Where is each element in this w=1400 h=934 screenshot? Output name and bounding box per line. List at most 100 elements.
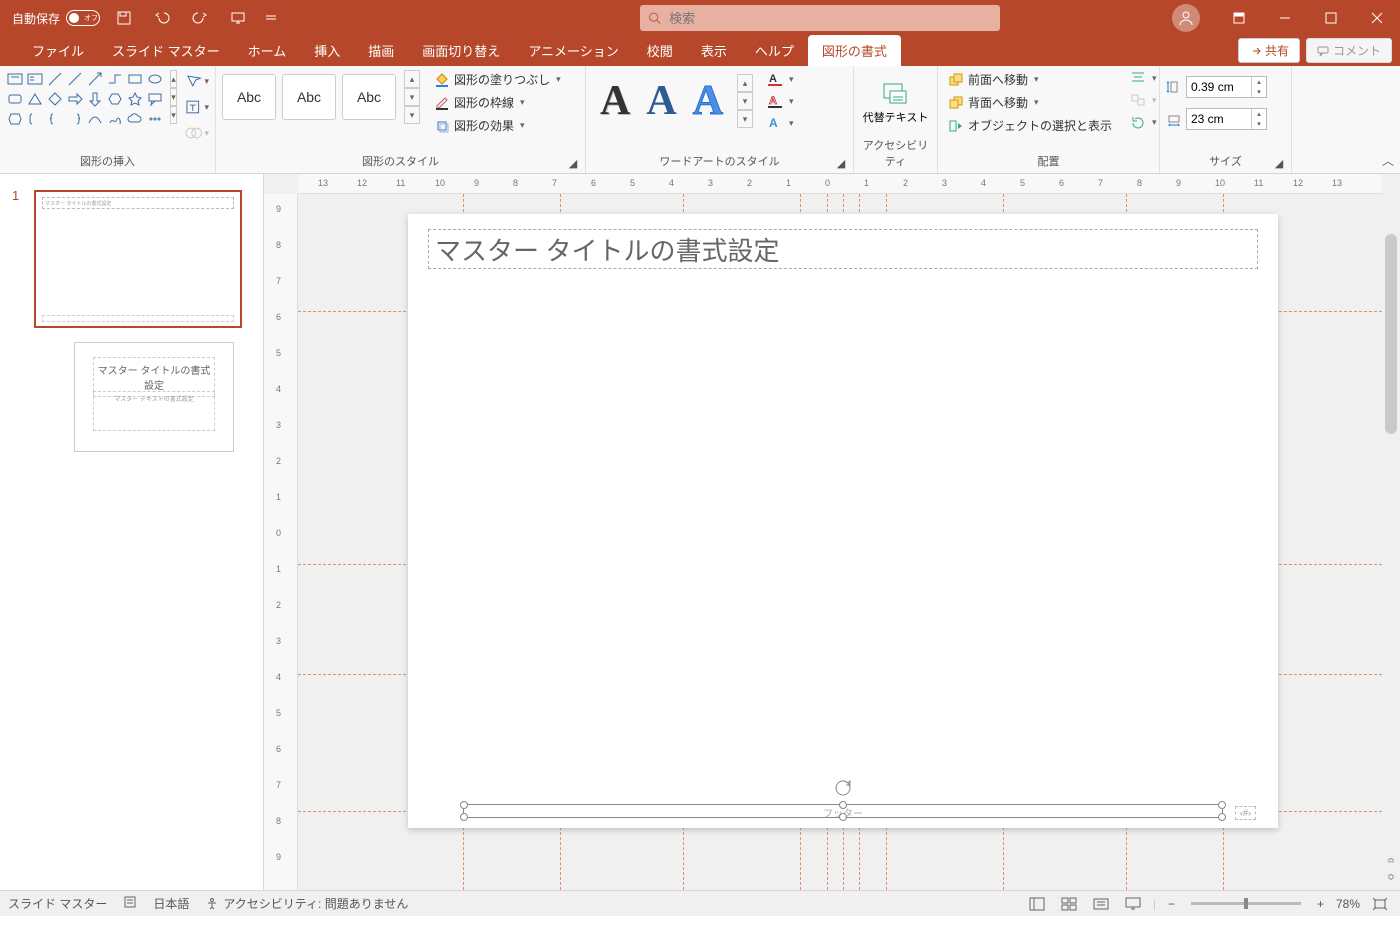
comment-button[interactable]: コメント [1306, 38, 1392, 63]
scrollbar-thumb[interactable] [1385, 234, 1397, 434]
zoom-slider[interactable] [1191, 902, 1301, 905]
redo-icon[interactable] [186, 4, 214, 32]
tab-file[interactable]: ファイル [18, 35, 98, 66]
shape-gallery-spinner[interactable]: ▴ ▾ ▾ [170, 70, 177, 124]
style-down-icon[interactable]: ▾ [404, 88, 420, 106]
shape-textbox-icon[interactable] [6, 70, 24, 88]
next-slide-icon[interactable]: ≎ [1384, 870, 1398, 884]
shape-arrow-icon[interactable] [86, 70, 104, 88]
height-input[interactable] [1187, 80, 1251, 94]
text-effects-button[interactable]: A▾ [765, 114, 796, 132]
shape-brace-icon[interactable] [46, 110, 64, 128]
shape-gallery[interactable] [6, 70, 164, 128]
selected-footer-box[interactable]: フッター [463, 804, 1223, 818]
shape-oval-icon[interactable] [146, 70, 164, 88]
wordart-down-icon[interactable]: ▾ [737, 92, 753, 110]
undo-icon[interactable] [148, 4, 176, 32]
style-swatch-1[interactable]: Abc [222, 74, 276, 120]
gallery-up-icon[interactable]: ▴ [170, 70, 177, 88]
prev-slide-icon[interactable]: ≏ [1384, 854, 1398, 868]
height-input-wrap[interactable]: ▴▾ [1186, 76, 1267, 98]
rotate-button[interactable]: ▾ [1126, 114, 1161, 130]
merge-shapes-icon[interactable]: ▾ [185, 122, 209, 144]
shape-effects-button[interactable]: 図形の効果▾ [430, 116, 565, 135]
shape-callout-icon[interactable] [146, 90, 164, 108]
autosave-toggle[interactable]: 自動保存 オフ [12, 10, 100, 27]
tab-insert[interactable]: 挿入 [300, 35, 354, 66]
fit-to-window-icon[interactable] [1368, 894, 1392, 914]
tab-animations[interactable]: アニメーション [514, 35, 632, 66]
wordart-style-1[interactable]: A [596, 77, 634, 125]
tab-shape-format[interactable]: 図形の書式 [808, 35, 901, 66]
height-down-icon[interactable]: ▾ [1252, 87, 1266, 97]
notes-icon[interactable] [123, 895, 137, 912]
vertical-scrollbar[interactable]: ≏ ≎ [1382, 194, 1400, 890]
zoom-out-button[interactable]: − [1164, 897, 1179, 911]
tab-review[interactable]: 校閲 [633, 35, 687, 66]
align-button[interactable]: ▾ [1126, 70, 1161, 86]
shape-triangle-icon[interactable] [26, 90, 44, 108]
gallery-more-icon[interactable]: ▾ [170, 106, 177, 124]
style-swatch-3[interactable]: Abc [342, 74, 396, 120]
handle-ne[interactable] [1218, 801, 1226, 809]
shape-hexagon-icon[interactable] [106, 90, 124, 108]
shape-arrow-right-icon[interactable] [66, 90, 84, 108]
shape-rect-icon[interactable] [126, 70, 144, 88]
text-fill-button[interactable]: A▾ [765, 70, 796, 88]
shape-freeform-icon[interactable] [106, 110, 124, 128]
status-accessibility[interactable]: アクセシビリティ: 問題ありません [205, 895, 408, 912]
tab-help[interactable]: ヘルプ [741, 35, 808, 66]
wordart-launcher-icon[interactable]: ◢ [835, 157, 847, 169]
thumbnail-master[interactable]: 1 マスター タイトルの書式設定 [34, 190, 249, 328]
tab-draw[interactable]: 描画 [354, 35, 408, 66]
autosave-pill[interactable]: オフ [66, 10, 100, 26]
view-reading-icon[interactable] [1089, 894, 1113, 914]
text-box-icon[interactable]: ▾ [185, 96, 209, 118]
thumbnail-layout-slide[interactable]: マスター タイトルの書式設定 マスター テキストの書式設定 [74, 342, 234, 452]
shape-cloud-icon[interactable] [126, 110, 144, 128]
shape-line2-icon[interactable] [66, 70, 84, 88]
title-placeholder[interactable]: マスター タイトルの書式設定 [428, 229, 1258, 269]
shape-elbow-icon[interactable] [106, 70, 124, 88]
wordart-up-icon[interactable]: ▴ [737, 74, 753, 92]
shape-outline-button[interactable]: 図形の枠線▾ [430, 93, 565, 112]
handle-se[interactable] [1218, 813, 1226, 821]
shape-fill-button[interactable]: 図形の塗りつぶし▾ [430, 70, 565, 89]
shape-star-icon[interactable] [126, 90, 144, 108]
minimize-icon[interactable] [1262, 0, 1308, 36]
view-slideshow-icon[interactable] [1121, 894, 1145, 914]
tab-home[interactable]: ホーム [234, 35, 301, 66]
close-icon[interactable] [1354, 0, 1400, 36]
canvas-wrap[interactable]: マスター タイトルの書式設定 フッター ‹#› [298, 194, 1382, 890]
slide-canvas[interactable]: マスター タイトルの書式設定 フッター ‹#› [408, 214, 1278, 828]
pagenum-placeholder[interactable]: ‹#› [1235, 806, 1256, 820]
size-launcher-icon[interactable]: ◢ [1273, 157, 1285, 169]
tab-slide-master[interactable]: スライド マスター [98, 35, 234, 66]
user-avatar[interactable] [1172, 4, 1200, 32]
send-backward-button[interactable]: 背面へ移動▾ [944, 93, 1116, 112]
style-swatch-2[interactable]: Abc [282, 74, 336, 120]
thumbnail-master-slide[interactable]: マスター タイトルの書式設定 [34, 190, 242, 328]
tab-view[interactable]: 表示 [687, 35, 741, 66]
style-more-icon[interactable]: ▾ [404, 106, 420, 124]
present-icon[interactable] [224, 4, 252, 32]
wordart-style-3[interactable]: A [689, 77, 727, 125]
save-icon[interactable] [110, 4, 138, 32]
footer-placeholder[interactable]: フッター [823, 805, 863, 820]
view-sorter-icon[interactable] [1057, 894, 1081, 914]
width-input-wrap[interactable]: ▴▾ [1186, 108, 1267, 130]
thumbnail-pane[interactable]: 1 マスター タイトルの書式設定 マスター タイトルの書式設定 マスター テキス… [0, 174, 264, 890]
view-normal-icon[interactable] [1025, 894, 1049, 914]
shape-brace2-icon[interactable] [66, 110, 84, 128]
handle-sw[interactable] [460, 813, 468, 821]
style-gallery[interactable]: Abc Abc Abc ▴ ▾ ▾ [222, 70, 420, 124]
width-input[interactable] [1187, 112, 1251, 126]
tab-transitions[interactable]: 画面切り替え [408, 35, 514, 66]
shape-flowchart-icon[interactable] [6, 110, 24, 128]
text-outline-button[interactable]: A▾ [765, 92, 796, 110]
width-down-icon[interactable]: ▾ [1252, 119, 1266, 129]
wordart-gallery[interactable]: A A A ▴ ▾ ▾ [592, 70, 757, 132]
zoom-level[interactable]: 78% [1336, 897, 1360, 911]
shape-line-icon[interactable] [46, 70, 64, 88]
height-up-icon[interactable]: ▴ [1252, 77, 1266, 87]
